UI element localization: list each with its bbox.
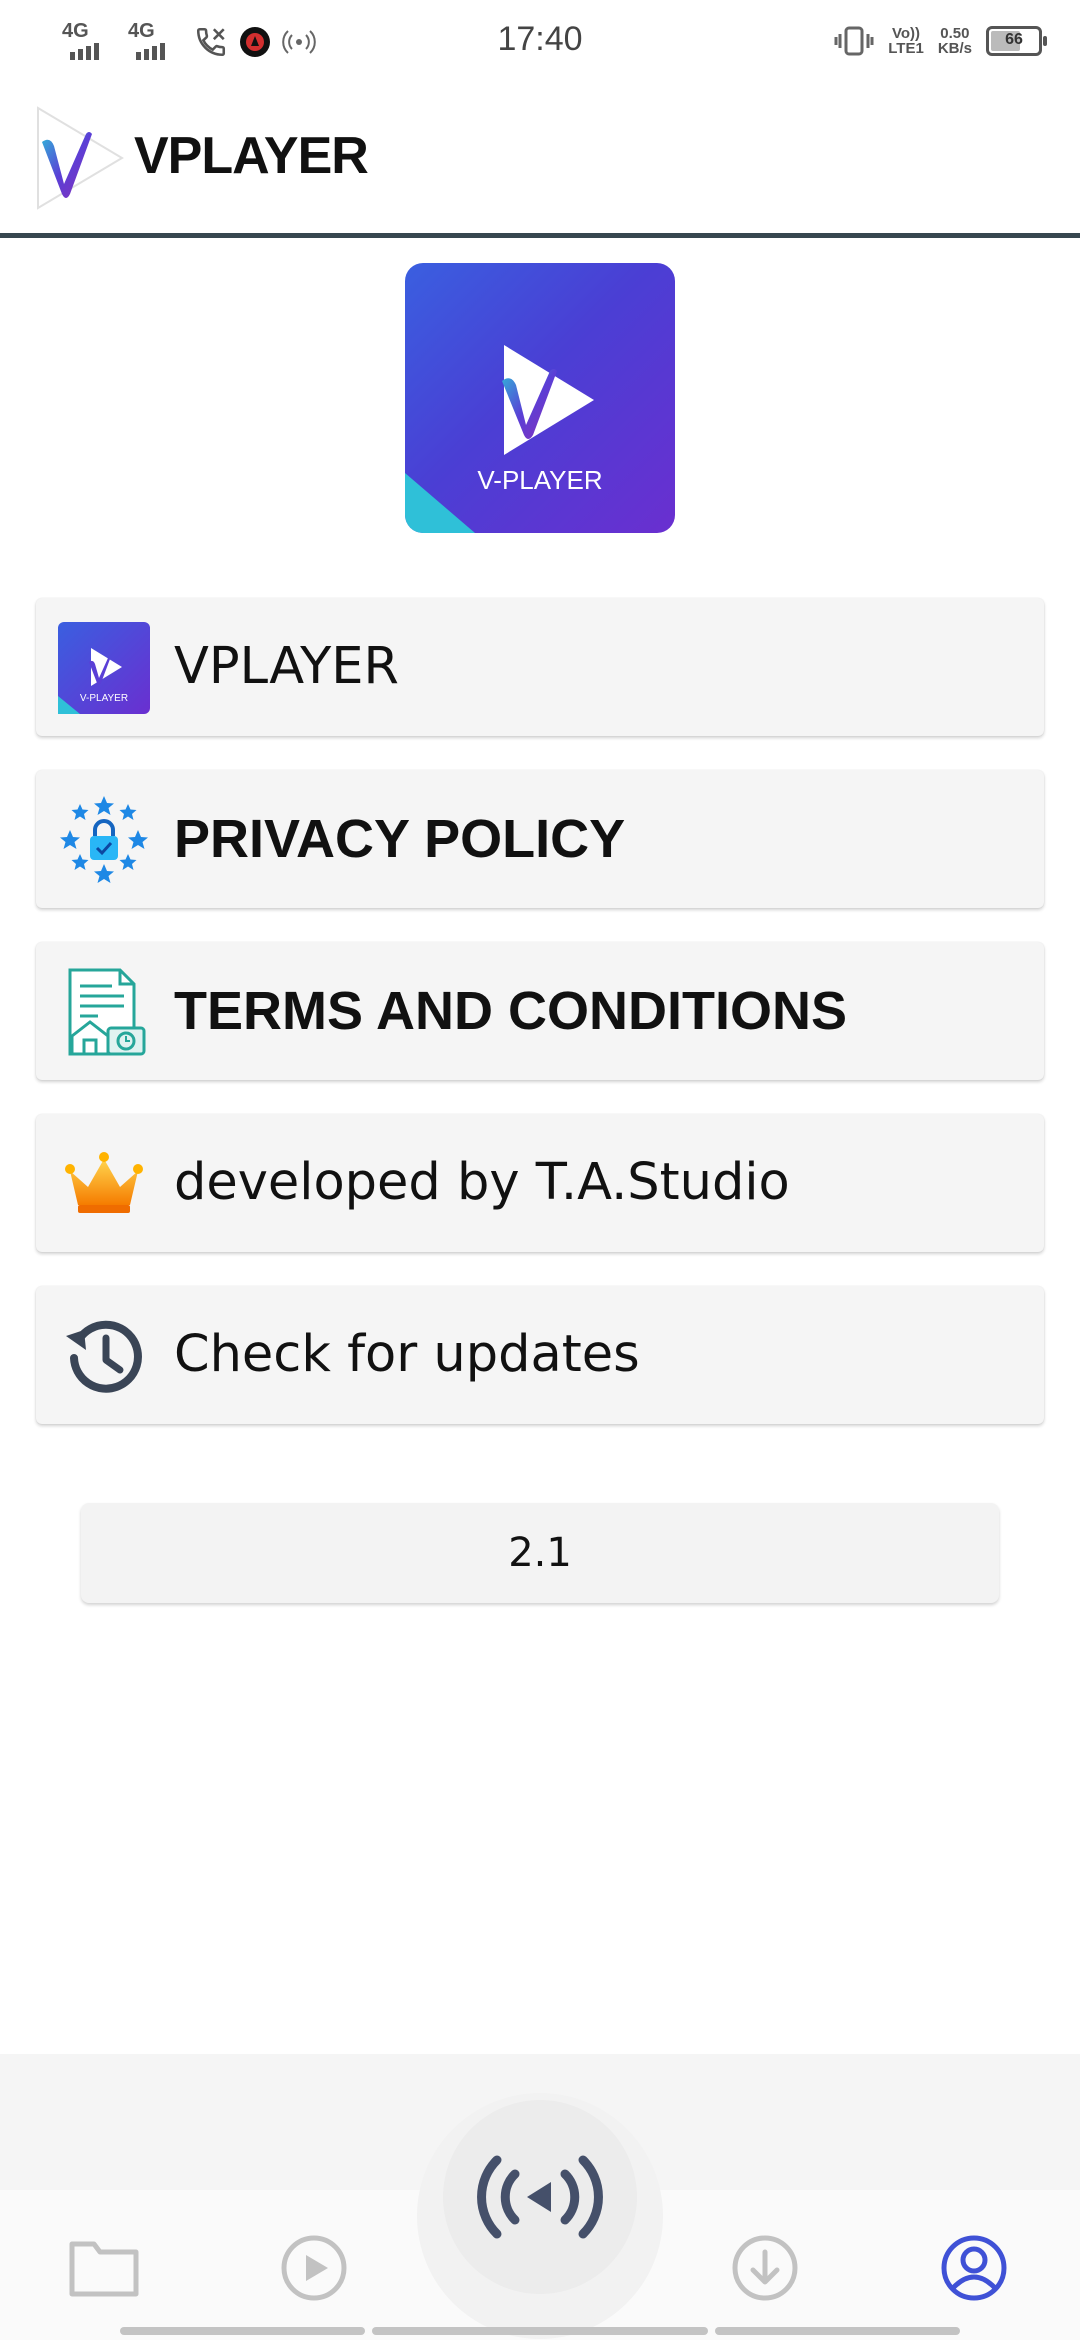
bottom-indicator-center <box>372 2327 708 2335</box>
menu-item-label: TERMS AND CONDITIONS <box>174 981 847 1041</box>
menu-item-developer[interactable]: developed by T.A.Studio <box>36 1114 1044 1252</box>
app-icon: V-PLAYER <box>58 622 150 714</box>
app-bar: VPLAYER <box>0 86 1080 238</box>
history-icon <box>58 1310 150 1402</box>
profile-icon <box>941 2235 1007 2301</box>
nav-play-button[interactable] <box>276 2230 352 2306</box>
network-speed: 0.50 KB/s <box>938 26 972 56</box>
network-speed-value: 0.50 <box>940 25 970 42</box>
terms-document-icon <box>58 966 150 1058</box>
broadcast-button[interactable] <box>443 2100 637 2294</box>
nav-profile-button[interactable] <box>936 2230 1012 2306</box>
vibrate-icon <box>834 26 874 56</box>
app-logo-icon <box>37 106 124 210</box>
menu-item-terms[interactable]: TERMS AND CONDITIONS <box>36 942 1044 1080</box>
lte-label: LTE1 <box>888 40 924 57</box>
network-speed-unit: KB/s <box>937 40 972 57</box>
svg-text:V-PLAYER: V-PLAYER <box>80 693 128 704</box>
volte-indicator: Vo)) LTE1 <box>888 26 924 56</box>
nav-folder-button[interactable] <box>66 2230 142 2306</box>
menu-item-label: PRIVACY POLICY <box>174 809 626 869</box>
status-icons-right: Vo)) LTE1 0.50 KB/s 66 <box>834 24 1047 58</box>
bottom-indicator-left <box>120 2327 365 2335</box>
download-icon <box>732 2235 798 2301</box>
version-label: 2.1 <box>81 1503 999 1603</box>
battery-percent: 66 <box>1005 31 1023 48</box>
bottom-indicator-right <box>715 2327 960 2335</box>
broadcast-icon <box>477 2155 603 2239</box>
about-menu: V-PLAYER VPLAYER PRIVACY POLICY TERMS AN… <box>36 598 1044 1458</box>
menu-item-label: Check for updates <box>174 1325 640 1384</box>
vplayer-logo-image: V-PLAYER <box>405 263 675 533</box>
menu-item-privacy-policy[interactable]: PRIVACY POLICY <box>36 770 1044 908</box>
folder-icon <box>69 2241 139 2297</box>
logo-caption: V-PLAYER <box>477 465 603 495</box>
crown-icon <box>58 1138 150 1230</box>
play-icon <box>281 2235 347 2301</box>
menu-item-vplayer[interactable]: V-PLAYER VPLAYER <box>36 598 1044 736</box>
play-logo-icon <box>502 345 594 455</box>
battery-icon: 66 <box>986 26 1047 56</box>
menu-item-label: VPLAYER <box>174 637 399 696</box>
privacy-lock-icon <box>58 794 150 886</box>
nav-download-button[interactable] <box>727 2230 803 2306</box>
status-bar: 4G 4G 17:40 Vo)) LTE1 0.50 KB/s 66 <box>0 0 1080 86</box>
volte-label: Vo)) <box>892 25 921 42</box>
menu-item-label: developed by T.A.Studio <box>174 1153 790 1212</box>
menu-item-check-updates[interactable]: Check for updates <box>36 1286 1044 1424</box>
app-title: VPLAYER <box>134 127 369 185</box>
